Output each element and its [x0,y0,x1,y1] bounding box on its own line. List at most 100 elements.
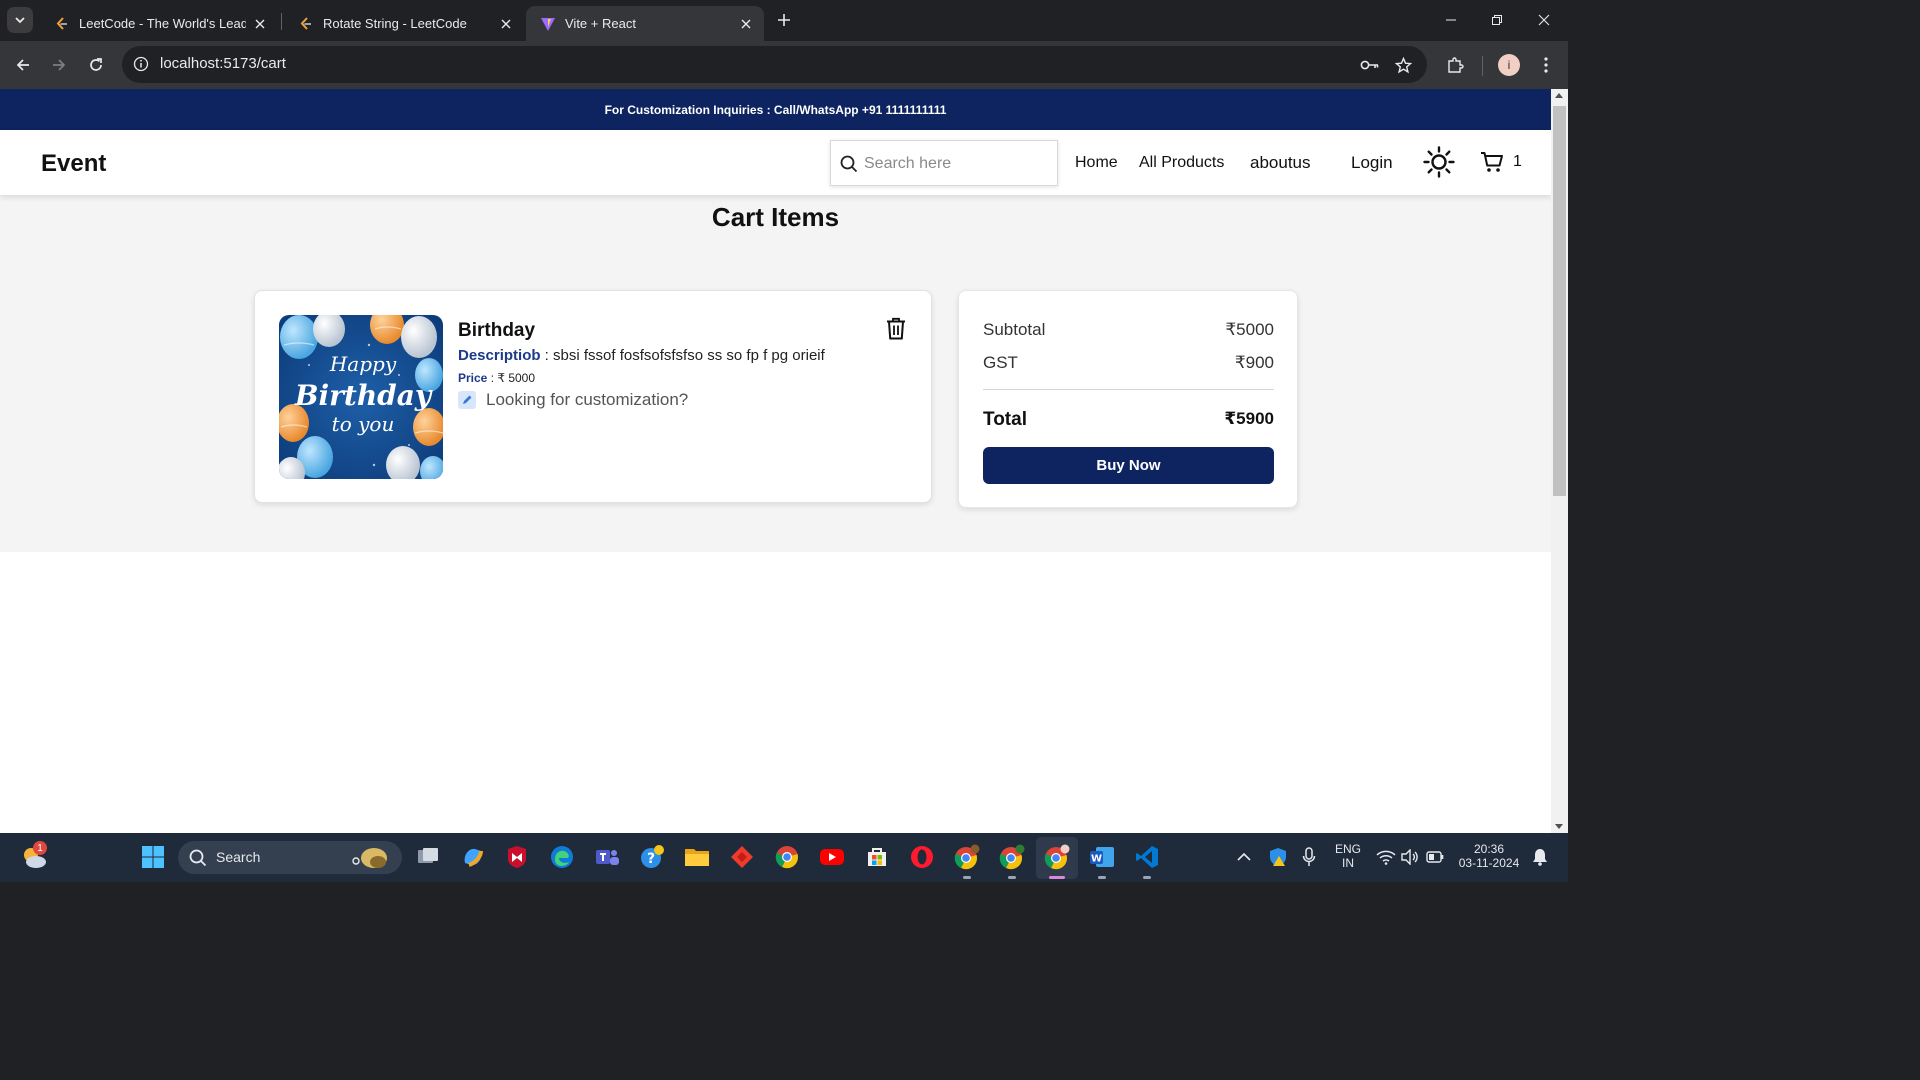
shopping-cart-icon [1481,152,1503,172]
scroll-thumb[interactable] [1553,106,1566,496]
buy-now-button[interactable]: Buy Now [983,447,1274,484]
youtube-icon[interactable] [818,843,846,871]
running-indicator [963,876,971,879]
leetcode-icon [298,16,314,32]
close-icon[interactable] [498,16,514,32]
subtotal-value: ₹5000 [1225,320,1274,339]
tab-vite-react[interactable]: Vite + React [526,6,764,41]
active-running-indicator [1049,876,1065,879]
scroll-up-arrow-icon[interactable] [1555,93,1563,98]
nav-link-all-products[interactable]: All Products [1139,154,1224,172]
windows-logo-icon [142,846,164,868]
product-image[interactable]: Happy Birthday to you [279,315,443,479]
volume-icon[interactable] [1396,843,1424,871]
delete-item-button[interactable] [884,315,908,341]
cart-button[interactable]: 1 [1480,150,1522,174]
show-hidden-icons-chevron-icon[interactable] [1230,843,1258,871]
url-text[interactable]: localhost:5173/cart [160,55,286,72]
search-icon [839,154,859,174]
file-explorer-icon[interactable] [683,843,711,871]
language-line2: IN [1342,856,1354,870]
clock[interactable]: 20:36 03-11-2024 [1454,842,1524,870]
extensions-button[interactable] [1444,54,1466,76]
cart-item-card: Happy Birthday to you Birthday Descripti… [254,290,932,503]
battery-icon[interactable] [1421,843,1449,871]
total-row: Total ₹5900 [983,409,1274,431]
tab-title: Rotate String - LeetCode [323,16,467,31]
microphone-icon[interactable] [1295,843,1323,871]
theme-toggle-button[interactable] [1422,145,1456,179]
chrome-icon[interactable] [773,843,801,871]
running-indicator [1098,876,1106,879]
task-view-icon[interactable] [414,843,442,871]
windows-taskbar: 1 Search ? W ENG IN 20:36 03-11-2024 [0,833,1568,882]
description-label: Descriptiob [458,347,541,364]
edge-icon[interactable] [548,843,576,871]
vscode-icon[interactable] [1133,843,1161,871]
mcafee-icon[interactable] [503,843,531,871]
image-text-line1: Happy [329,352,397,376]
restore-icon [1492,15,1502,25]
profile-initial: i [1507,58,1511,72]
notification-badge: 1 [33,841,47,855]
chrome-profile-1-icon[interactable] [953,843,981,871]
security-shield-icon[interactable] [1264,843,1292,871]
address-bar[interactable]: localhost:5173/cart [122,46,1427,83]
image-text-line3: to you [332,412,395,436]
tab-leetcode-home[interactable]: LeetCode - The World's Leading [40,6,278,41]
tab-rotate-string[interactable]: Rotate String - LeetCode [284,6,524,41]
nav-link-aboutus[interactable]: aboutus [1250,153,1311,173]
help-icon[interactable]: ? [638,843,666,871]
start-button[interactable] [139,843,167,871]
word-icon[interactable]: W [1088,843,1116,871]
language-indicator[interactable]: ENG IN [1334,842,1362,870]
nav-link-home[interactable]: Home [1075,154,1118,172]
item-name: Birthday [458,320,536,341]
nav-link-login[interactable]: Login [1351,153,1393,173]
password-key-icon[interactable] [1359,54,1381,76]
search-box [830,140,1058,186]
arrow-left-icon [16,59,29,71]
back-button[interactable] [12,54,34,76]
browser-toolbar: localhost:5173/cart i [0,41,1568,89]
page-viewport: For Customization Inquiries : Call/Whats… [0,89,1551,833]
scroll-down-arrow-icon[interactable] [1555,824,1563,829]
close-icon[interactable] [252,16,268,32]
item-description: Descriptiob : sbsi fssof fosfsofsfsfso s… [458,347,825,364]
tab-search-button[interactable] [7,7,33,33]
taskbar-search[interactable]: Search [178,841,402,874]
minimize-button[interactable] [1441,10,1461,30]
forward-button[interactable] [48,54,70,76]
chrome-profile-2-icon[interactable] [998,843,1026,871]
notification-bell-icon[interactable] [1526,843,1554,871]
page-scrollbar[interactable] [1551,89,1568,833]
site-brand[interactable]: Event [41,150,106,178]
clock-date: 03-11-2024 [1458,856,1520,870]
browser-tabstrip: LeetCode - The World's Leading Rotate St… [0,0,1568,41]
teams-icon[interactable] [593,843,621,871]
arrow-right-icon [53,59,66,71]
anydesk-icon[interactable] [728,843,756,871]
summary-divider [983,389,1274,390]
kebab-menu-icon [1544,57,1548,73]
svg-text:W: W [1091,854,1102,865]
microsoft-store-icon[interactable] [863,843,891,871]
bookmark-star-icon[interactable] [1392,54,1414,76]
search-input[interactable] [864,151,1049,177]
profile-avatar[interactable]: i [1498,54,1520,76]
search-highlight-art-icon [352,848,387,868]
reload-button[interactable] [85,54,107,76]
customization-link[interactable]: Looking for customization? [458,390,688,410]
opera-icon[interactable] [908,843,936,871]
copilot-icon[interactable] [459,843,487,871]
browser-menu-button[interactable] [1535,54,1557,76]
close-window-button[interactable] [1534,10,1554,30]
price-label: Price [458,371,488,385]
pencil-icon [458,391,476,409]
site-info-icon[interactable] [132,55,150,73]
restore-button[interactable] [1487,10,1507,30]
new-tab-button[interactable] [774,10,794,30]
chrome-profile-3-icon[interactable] [1043,843,1071,871]
close-icon[interactable] [738,16,754,32]
site-navbar: Event Home All Products aboutus Login 1 [0,130,1551,195]
